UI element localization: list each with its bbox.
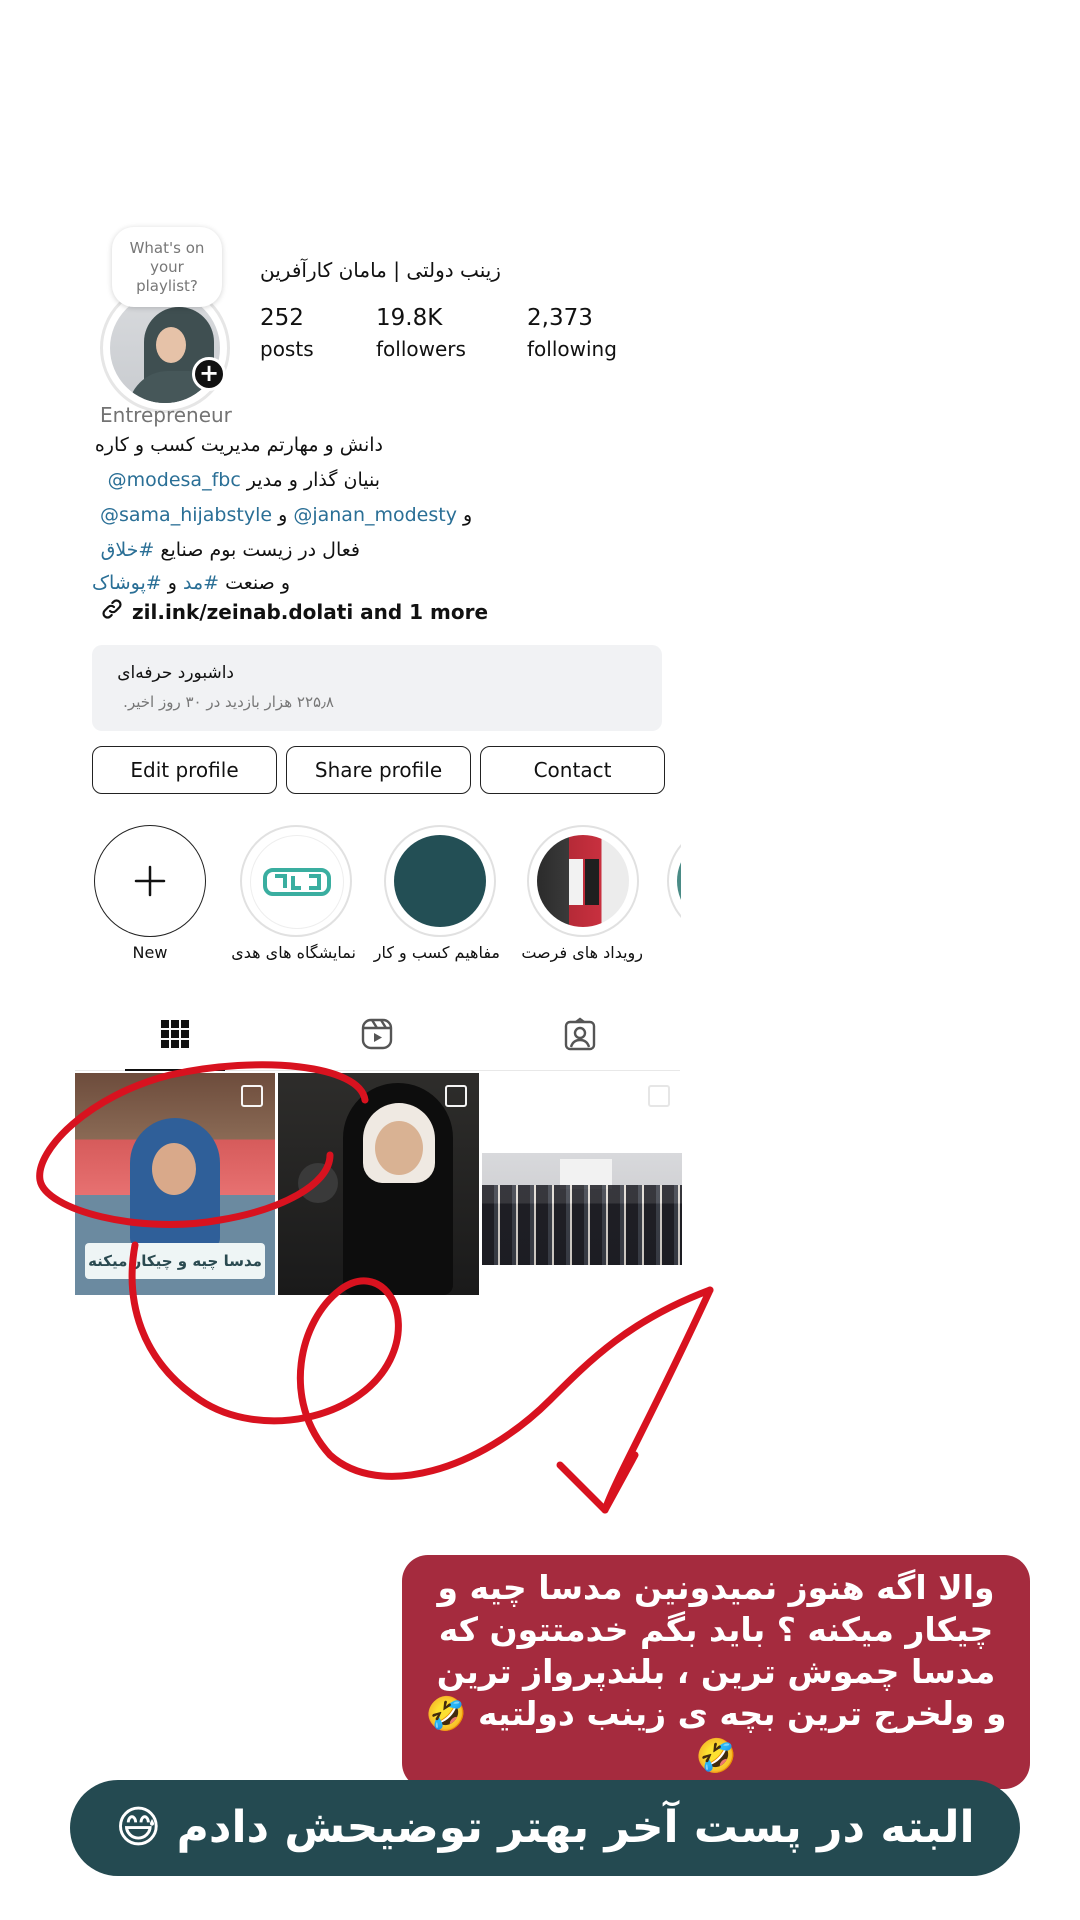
contact-button[interactable]: Contact — [480, 746, 665, 794]
bio-text: بنیان گذار و مدیر — [240, 469, 380, 491]
note-bubble[interactable]: What's on your playlist? — [112, 227, 222, 307]
followers-stat[interactable]: 19.8K followers — [376, 302, 466, 364]
highlight-label: New — [132, 943, 168, 962]
highlight-opportunity-events[interactable]: رویداد های فرصت — [521, 825, 643, 962]
hashtag-pooshak[interactable]: #پوشاک — [92, 572, 162, 594]
professional-dashboard[interactable]: داشبورد حرفه‌ای ۲۲۵٫۸ هزار بازدید در ۳۰ … — [92, 645, 662, 731]
highlight-partial[interactable] — [667, 825, 681, 937]
bio-line-5: و صنعت #مد و #پوشاک — [92, 568, 290, 598]
dashboard-title: داشبورد حرفه‌ای — [117, 663, 234, 683]
event-banner-icon — [569, 859, 599, 905]
tagged-person-icon — [564, 1017, 596, 1051]
bio-line-2: بنیان گذار و مدیر @modesa_fbc — [108, 465, 380, 495]
bio-link[interactable]: zil.ink/zeinab.dolati and 1 more — [100, 597, 488, 626]
bio-text: و صنعت — [219, 572, 290, 594]
followers-label: followers — [376, 337, 466, 361]
highlight-business-concepts[interactable]: مفاهیم کسب و کار — [373, 825, 500, 962]
following-stat[interactable]: 2,373 following — [527, 302, 617, 364]
story-caption-red: والا اگه هنوز نمیدونین مدسا چیه و چیکار … — [402, 1555, 1030, 1789]
posts-count: 252 — [260, 305, 304, 331]
highlight-label: نمایشگاه های هدی — [231, 943, 356, 962]
following-count: 2,373 — [527, 305, 593, 331]
plus-icon — [134, 865, 166, 897]
bio-and: و — [272, 504, 294, 526]
story-caption-teal: البته در پست آخر بهتر توضیحش دادم 😅 — [70, 1780, 1020, 1876]
bio-line-4: فعال در زیست بوم صنایع #خلاق — [101, 535, 360, 565]
link-icon — [100, 597, 124, 626]
bio-and: و — [456, 504, 473, 526]
add-story-icon[interactable]: + — [192, 357, 226, 391]
posts-stat[interactable]: 252 posts — [260, 302, 314, 364]
bio-and: و — [161, 572, 183, 594]
highlight-hoda-exhibitions[interactable]: نمایشگاه های هدی — [231, 825, 356, 962]
highlight-label: مفاهیم کسب و کار — [373, 943, 500, 962]
edit-profile-button[interactable]: Edit profile — [92, 746, 277, 794]
hashtag-mod[interactable]: #مد — [183, 572, 219, 594]
full-name: زینب دولتی | مامان کارآفرین — [260, 258, 501, 282]
bio-line-3: @sama_hijabstyle و @janan_modesty و — [100, 500, 472, 530]
posts-label: posts — [260, 337, 314, 361]
link-text: zil.ink/zeinab.dolati and 1 more — [132, 599, 489, 624]
hashtag-khallagh[interactable]: #خلاق — [101, 539, 155, 561]
mention-modesa-fbc[interactable]: @modesa_fbc — [108, 469, 241, 491]
followers-count: 19.8K — [376, 305, 443, 331]
reels-icon — [361, 1018, 393, 1050]
grid-icon — [161, 1020, 189, 1048]
exhibition-logo-icon — [263, 868, 331, 896]
highlight-label: رویداد های فرصت — [521, 943, 643, 962]
mention-janan-modesty[interactable]: @janan_modesty — [293, 504, 457, 526]
dashboard-subtitle: ۲۲۵٫۸ هزار بازدید در ۳۰ روز اخیر. — [123, 693, 334, 711]
scribble-arrow-icon — [36, 1061, 714, 1514]
share-profile-button[interactable]: Share profile — [286, 746, 471, 794]
bio-text: فعال در زیست بوم صنایع — [154, 539, 360, 561]
following-label: following — [527, 337, 617, 361]
mention-sama-hijabstyle[interactable]: @sama_hijabstyle — [100, 504, 272, 526]
highlight-new[interactable]: New — [92, 825, 208, 962]
bio-line-1: دانش و مهارتم مدیریت کسب و کاره — [94, 434, 383, 456]
profile-category: Entrepreneur — [100, 403, 232, 427]
